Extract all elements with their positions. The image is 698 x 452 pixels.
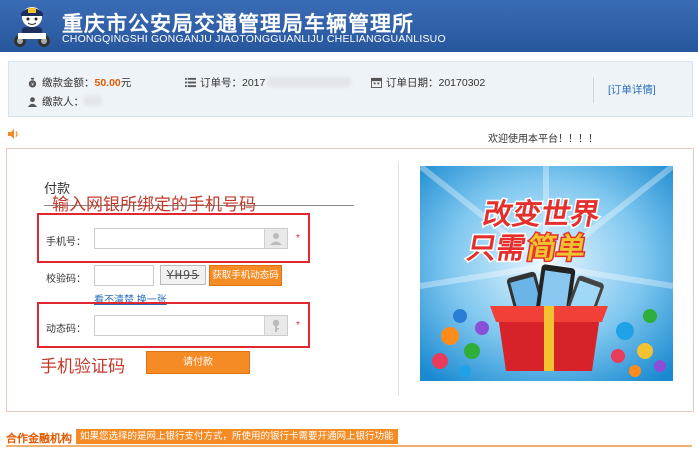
amount-unit: 元 bbox=[120, 77, 132, 89]
banner-line1: 改变世界 bbox=[481, 197, 604, 231]
order-summary: ¥ 缴款金额：50.00元 缴款人： 订单号：2017 订单日期：20170302… bbox=[8, 61, 693, 117]
key-icon bbox=[264, 316, 287, 335]
person-icon bbox=[264, 229, 287, 248]
partner-banks-label: 合作金融机构 bbox=[6, 433, 72, 445]
dynamic-code-label: 动态码： bbox=[46, 324, 86, 335]
order-no-redacted bbox=[267, 77, 352, 87]
phone-label: 手机号： bbox=[46, 237, 86, 248]
captcha-input[interactable] bbox=[94, 265, 154, 286]
phone-input[interactable] bbox=[94, 228, 288, 249]
site-subtitle: CHONGQINGSHI GONGANJU JIAOTONGGUANLIJU C… bbox=[62, 33, 446, 45]
get-sms-code-button[interactable]: 获取手机动态码 bbox=[209, 265, 282, 286]
promo-banner: 改变世界 只需 简单 bbox=[420, 166, 673, 381]
welcome-text: 欢迎使用本平台！！！！ bbox=[488, 134, 598, 145]
banner-line2a: 只需 bbox=[465, 231, 529, 265]
amount-row: ¥ 缴款金额：50.00元 bbox=[27, 75, 131, 90]
payer-value-redacted bbox=[84, 96, 102, 106]
speaker-icon bbox=[8, 129, 18, 139]
captcha-image[interactable]: YH95 bbox=[160, 265, 206, 285]
payer-row: 缴款人： bbox=[27, 94, 102, 109]
money-bag-icon: ¥ bbox=[28, 77, 37, 88]
payer-label: 缴款人： bbox=[42, 96, 84, 108]
order-detail-link[interactable]: [订单详情] bbox=[593, 77, 656, 103]
order-date-value: 20170302 bbox=[438, 77, 486, 89]
footer-divider bbox=[6, 445, 692, 447]
amount-label: 缴款金额： bbox=[42, 77, 95, 89]
annotation-phone-hint: 输入网银所绑定的手机号码 bbox=[52, 195, 256, 215]
calendar-icon bbox=[371, 77, 382, 88]
order-no-label: 订单号： bbox=[200, 77, 242, 89]
dynamic-required-mark: * bbox=[296, 320, 300, 331]
list-icon bbox=[185, 77, 196, 88]
banner-line2b: 简单 bbox=[525, 231, 589, 265]
dynamic-code-input[interactable] bbox=[94, 315, 288, 336]
online-banking-note: 如果您选择的是网上银行支付方式，所使用的银行卡需要开通网上银行功能 bbox=[76, 429, 398, 444]
user-icon bbox=[27, 97, 38, 107]
panel-divider bbox=[398, 162, 399, 396]
site-header: 重庆市公安局交通管理局车辆管理所 CHONGQINGSHI GONGANJU J… bbox=[0, 0, 698, 52]
police-logo-icon bbox=[14, 7, 50, 47]
captcha-label: 校验码： bbox=[46, 274, 86, 285]
annotation-sms-hint: 手机验证码 bbox=[40, 357, 125, 377]
phone-required-mark: * bbox=[296, 233, 300, 244]
order-date-row: 订单日期：20170302 bbox=[371, 75, 485, 90]
pay-button[interactable]: 请付款 bbox=[146, 351, 250, 374]
order-date-label: 订单日期： bbox=[386, 77, 439, 89]
amount-value: 50.00 bbox=[94, 77, 121, 89]
order-no-row: 订单号：2017 bbox=[185, 75, 352, 90]
order-no-value: 2017 bbox=[242, 77, 266, 89]
